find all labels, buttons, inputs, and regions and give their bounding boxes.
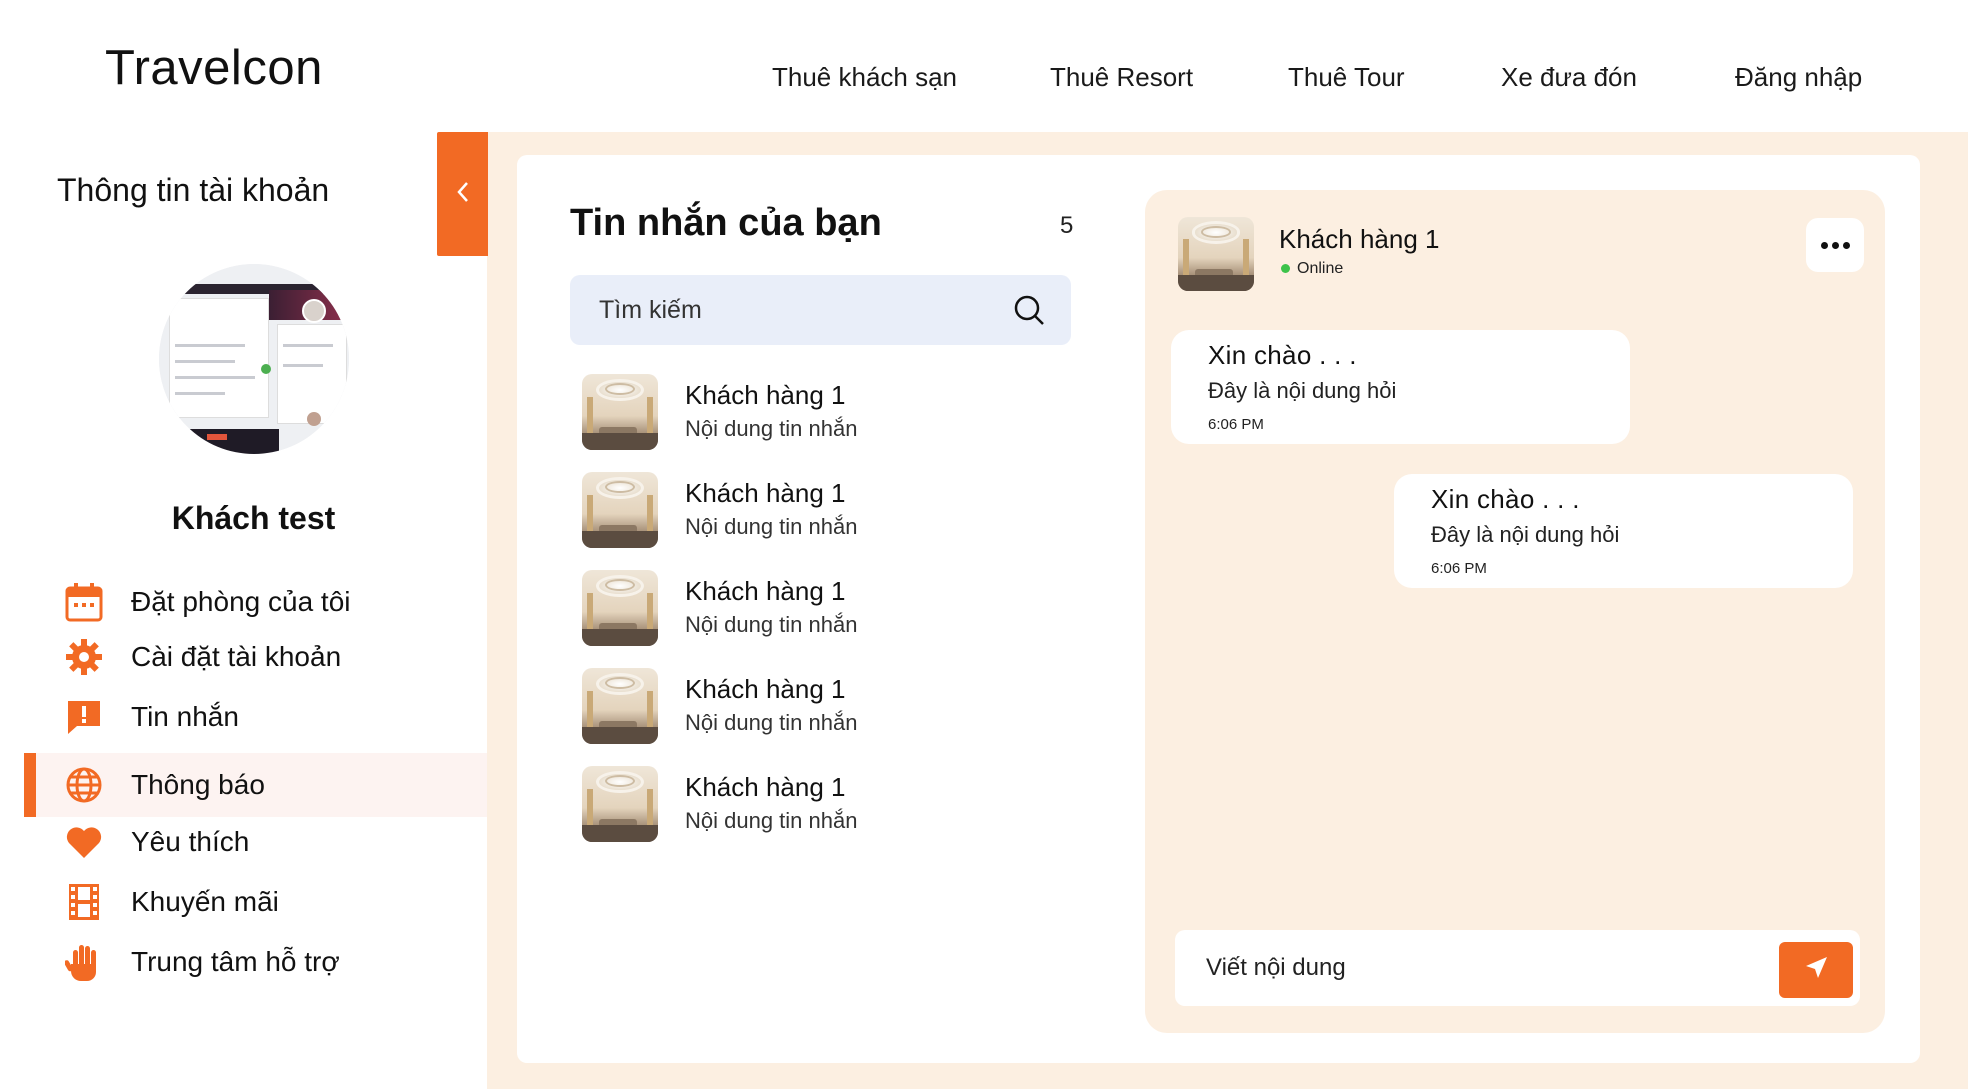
bubble-text: Đây là nội dung hỏi [1431,522,1620,547]
hand-icon [64,942,104,982]
chevron-left-icon [456,181,470,208]
collapse-sidebar-button[interactable] [437,132,488,256]
conversation-thumbnail [582,668,658,744]
menu-item-notifications[interactable]: Thông báo [24,753,487,817]
messages-count: 5 [1060,212,1074,239]
message-input-placeholder: Viết nội dung [1206,954,1346,981]
send-button[interactable] [1779,942,1853,998]
online-status-dot [1281,264,1290,273]
menu-label: Cài đặt tài khoản [131,641,342,672]
conversation-item[interactable]: Khách hàng 1 Nội dung tin nhắn [582,570,1062,646]
nav-hotel[interactable]: Thuê khách sạn [772,62,957,93]
menu-item-account-settings[interactable]: Cài đặt tài khoản [24,627,487,687]
conversation-preview: Nội dung tin nhắn [685,514,858,539]
message-input[interactable]: Viết nội dung [1175,930,1860,1006]
conversation-name: Khách hàng 1 [685,576,846,606]
avatar[interactable] [159,264,349,454]
menu-item-bookings[interactable]: Đặt phòng của tôi [24,572,487,632]
logo[interactable]: Travelcon [105,40,323,96]
film-icon [64,882,104,922]
messages-title: Tin nhắn của bạn [570,202,882,244]
conversation-thumbnail [582,472,658,548]
calendar-icon [64,582,104,622]
menu-label: Yêu thích [131,826,250,857]
menu-label: Trung tâm hỗ trợ [131,946,340,977]
conversation-preview: Nội dung tin nhắn [685,808,858,833]
search-input[interactable]: Tìm kiếm [570,275,1071,345]
bubble-text: Đây là nội dung hỏi [1208,378,1397,403]
account-sidebar: Thông tin tài khoản Khách test Đặt phòng… [0,132,487,1089]
bubble-title: Xin chào . . . [1208,340,1357,370]
conversation-thumbnail [582,766,658,842]
globe-icon [64,765,104,805]
conversation-name: Khách hàng 1 [685,478,846,508]
conversation-item[interactable]: Khách hàng 1 Nội dung tin nhắn [582,668,1062,744]
conversation-name: Khách hàng 1 [685,380,846,410]
menu-label: Khuyến mãi [131,886,279,917]
conversation-thumbnail [582,570,658,646]
conversation-item[interactable]: Khách hàng 1 Nội dung tin nhắn [582,374,1062,450]
chat-alert-icon [64,697,104,737]
menu-item-messages[interactable]: Tin nhắn [24,687,487,747]
send-icon [1803,955,1829,986]
top-header: Travelcon Thuê khách sạn Thuê Resort Thu… [0,0,1968,132]
bubble-title: Xin chào . . . [1431,484,1580,514]
conversation-item[interactable]: Khách hàng 1 Nội dung tin nhắn [582,766,1062,842]
gear-icon [64,637,104,677]
chat-contact-name: Khách hàng 1 [1279,224,1440,254]
chat-contact-avatar [1178,217,1254,291]
nav-tour[interactable]: Thuê Tour [1288,62,1405,93]
chat-bubble-outgoing: Xin chào . . . Đây là nội dung hỏi 6:06 … [1394,474,1853,588]
menu-item-support[interactable]: Trung tâm hỗ trợ [24,932,487,992]
conversation-preview: Nội dung tin nhắn [685,710,858,735]
menu-item-favorites[interactable]: Yêu thích [24,812,487,872]
nav-resort[interactable]: Thuê Resort [1050,62,1193,93]
conversation-item[interactable]: Khách hàng 1 Nội dung tin nhắn [582,472,1062,548]
nav-login[interactable]: Đăng nhập [1735,62,1862,93]
menu-label: Thông báo [131,769,265,800]
conversation-preview: Nội dung tin nhắn [685,612,858,637]
more-dots-icon [1819,241,1852,249]
sidebar-title: Thông tin tài khoản [57,172,330,208]
page: Travelcon Thuê khách sạn Thuê Resort Thu… [0,0,1968,1089]
chat-contact-status: Online [1297,260,1344,277]
chat-panel [1145,190,1885,1033]
conversation-name: Khách hàng 1 [685,772,846,802]
search-placeholder: Tìm kiếm [599,296,702,324]
menu-item-promotions[interactable]: Khuyến mãi [24,872,487,932]
menu-label: Tin nhắn [131,701,239,732]
nav-transfer[interactable]: Xe đưa đón [1501,62,1637,93]
conversation-name: Khách hàng 1 [685,674,846,704]
conversation-preview: Nội dung tin nhắn [685,416,858,441]
heart-icon [64,822,104,862]
menu-label: Đặt phòng của tôi [131,586,351,617]
conversation-thumbnail [582,374,658,450]
chat-bubble-incoming: Xin chào . . . Đây là nội dung hỏi 6:06 … [1171,330,1630,444]
user-name: Khách test [171,500,336,536]
more-options-button[interactable] [1806,218,1864,272]
bubble-time: 6:06 PM [1208,416,1264,433]
search-icon[interactable] [1013,294,1045,326]
bubble-time: 6:06 PM [1431,560,1487,577]
